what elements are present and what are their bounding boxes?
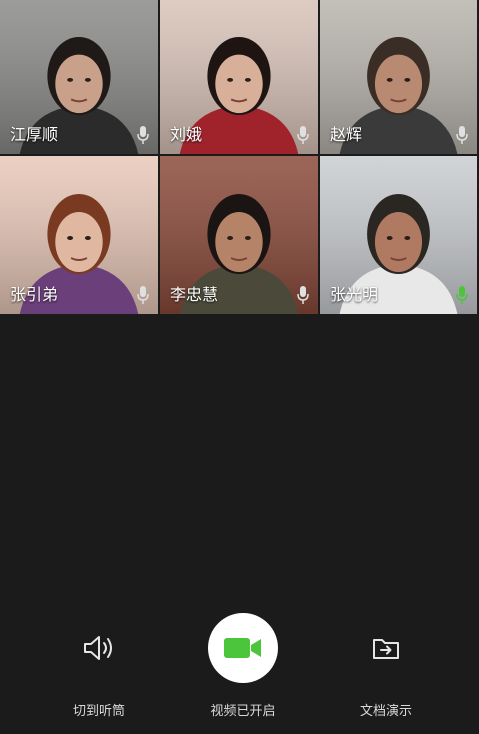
- participant-name: 刘娥: [170, 125, 203, 144]
- video-toggle-label: 视频已开启: [210, 704, 276, 719]
- participant-tile[interactable]: 张引弟: [0, 156, 160, 316]
- switch-to-earpiece-button[interactable]: 切到听筒: [39, 612, 159, 719]
- video-grid: 江厚顺 刘娥 赵辉张引弟 李忠慧 张光明: [0, 0, 479, 316]
- video-camera-icon: [224, 638, 261, 658]
- mic-muted-icon: [455, 125, 469, 145]
- participant-name: 江厚顺: [10, 125, 59, 144]
- mic-active-icon: [455, 285, 469, 305]
- call-controls: 切到听筒 视频已开启 文档演示: [0, 612, 479, 722]
- share-document-icon: [373, 639, 399, 659]
- mic-muted-icon: [296, 285, 310, 305]
- participant-name: 张引弟: [10, 285, 59, 304]
- document-presentation-button[interactable]: 文档演示: [326, 612, 446, 719]
- video-toggle-button[interactable]: 视频已开启: [183, 612, 303, 719]
- participant-name: 张光明: [330, 285, 379, 304]
- participant-tile[interactable]: 江厚顺: [0, 0, 160, 156]
- mic-muted-icon: [136, 125, 150, 145]
- participant-tile[interactable]: 李忠慧: [160, 156, 320, 316]
- participant-name: 赵辉: [330, 125, 363, 144]
- participant-tile[interactable]: 刘娥: [160, 0, 320, 156]
- participant-name: 李忠慧: [170, 285, 219, 304]
- participant-tile[interactable]: 赵辉: [320, 0, 479, 156]
- mic-muted-icon: [296, 125, 310, 145]
- speaker-icon: [84, 636, 112, 660]
- participant-tile[interactable]: 张光明: [320, 156, 479, 316]
- mic-muted-icon: [136, 285, 150, 305]
- document-presentation-label: 文档演示: [359, 704, 412, 719]
- switch-to-earpiece-label: 切到听筒: [72, 704, 125, 719]
- video-toggle-circle[interactable]: [208, 613, 278, 683]
